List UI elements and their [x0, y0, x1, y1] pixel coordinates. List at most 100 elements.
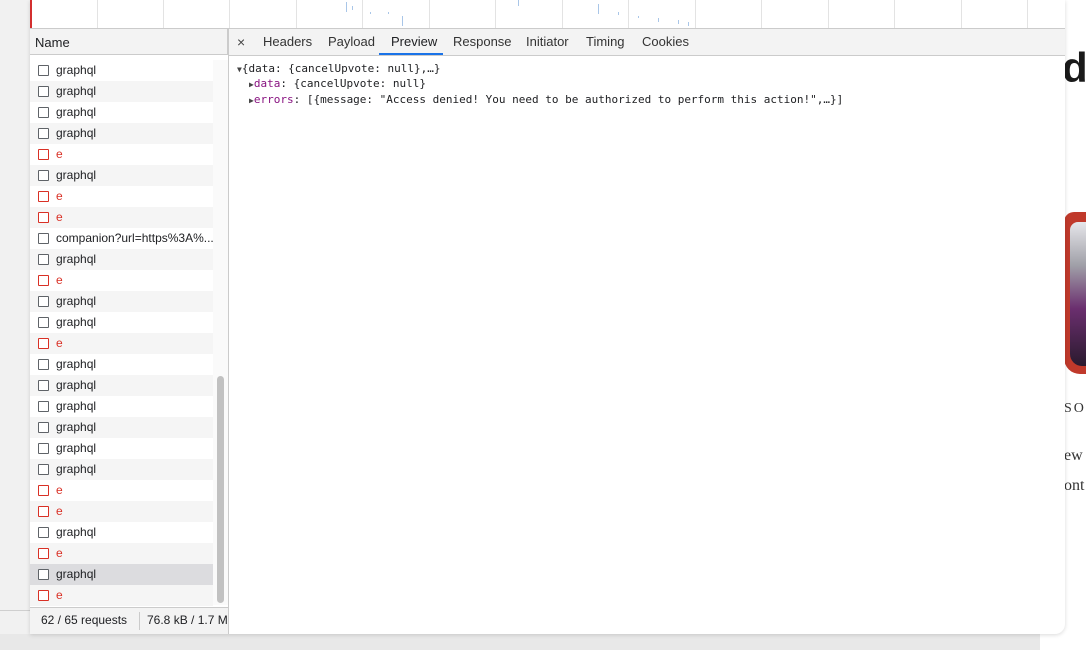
timeline-grid-line: [362, 0, 363, 28]
timeline-request-tick: [688, 22, 689, 26]
request-row[interactable]: e: [30, 207, 213, 228]
background-text-fragment: SOU: [1064, 401, 1086, 416]
request-row[interactable]: e: [30, 270, 213, 291]
request-type-icon: [38, 443, 49, 454]
request-row[interactable]: graphql: [30, 249, 213, 270]
request-row[interactable]: graphql: [30, 165, 213, 186]
timeline-grid-line: [961, 0, 962, 28]
name-column-label: Name: [35, 35, 70, 50]
timeline-grid-line: [97, 0, 98, 28]
request-type-icon: [38, 107, 49, 118]
tab-headers[interactable]: Headers: [263, 34, 312, 49]
request-name: graphql: [56, 462, 97, 476]
request-name: e: [56, 546, 63, 560]
left-window-strip: [0, 0, 31, 634]
tab-cookies[interactable]: Cookies: [642, 34, 689, 49]
request-row[interactable]: e: [30, 543, 213, 564]
request-row[interactable]: e: [30, 333, 213, 354]
json-tree-node[interactable]: ▶data: {cancelUpvote: null}: [249, 77, 426, 90]
request-list-scrollbar-thumb[interactable]: [217, 376, 224, 603]
transferred-size: 76.8 kB / 1.7 M: [147, 613, 228, 627]
request-name: graphql: [56, 294, 97, 308]
request-name: e: [56, 504, 63, 518]
detail-tab-bar: × Headers Payload Preview Response Initi…: [229, 29, 1065, 56]
request-name: graphql: [56, 357, 97, 371]
request-row[interactable]: e: [30, 501, 213, 522]
request-name: e: [56, 210, 63, 224]
network-overview-timeline[interactable]: [30, 0, 1065, 29]
request-name: graphql: [56, 252, 97, 266]
request-type-icon: [38, 275, 49, 286]
request-row[interactable]: e: [30, 186, 213, 207]
request-row[interactable]: graphql: [30, 81, 213, 102]
tab-timing[interactable]: Timing: [586, 34, 625, 49]
request-name: graphql: [56, 105, 97, 119]
request-list: graphql graphql graphql graphql e graphql e e co…: [30, 60, 214, 606]
request-type-icon: [38, 128, 49, 139]
active-tab-indicator: [379, 53, 443, 55]
request-row[interactable]: graphql: [30, 102, 213, 123]
request-name: companion?url=https%3A%...: [56, 231, 214, 245]
devtools-network-panel: Name graphql graphql graphql graphql e graphq…: [30, 0, 1065, 634]
timeline-request-tick: [370, 12, 371, 14]
request-name: graphql: [56, 441, 97, 455]
request-row[interactable]: graphql: [30, 522, 213, 543]
request-type-icon: [38, 464, 49, 475]
request-type-icon: [38, 338, 49, 349]
request-type-icon: [38, 590, 49, 601]
request-row[interactable]: graphql: [30, 396, 213, 417]
request-type-icon: [38, 527, 49, 538]
tab-response[interactable]: Response: [453, 34, 512, 49]
request-type-icon: [38, 359, 49, 370]
timeline-request-tick: [618, 12, 619, 15]
request-name: graphql: [56, 84, 97, 98]
request-type-icon: [38, 296, 49, 307]
request-type-icon: [38, 422, 49, 433]
request-row[interactable]: graphql: [30, 417, 213, 438]
request-name: e: [56, 336, 63, 350]
request-name: graphql: [56, 525, 97, 539]
timeline-grid-line: [495, 0, 496, 28]
json-key: data: [253, 77, 281, 90]
request-row[interactable]: e: [30, 144, 213, 165]
request-type-icon: [38, 212, 49, 223]
request-type-icon: [38, 401, 49, 412]
request-type-icon: [38, 149, 49, 160]
request-row[interactable]: graphql: [30, 375, 213, 396]
request-row[interactable]: graphql: [30, 459, 213, 480]
network-status-bar: 62 / 65 requests 76.8 kB / 1.7 M: [30, 607, 228, 634]
request-type-icon: [38, 380, 49, 391]
background-heading-fragment: d: [1062, 44, 1086, 91]
request-row[interactable]: e: [30, 480, 213, 501]
request-row[interactable]: e: [30, 585, 213, 606]
request-row[interactable]: companion?url=https%3A%...: [30, 228, 214, 249]
tab-preview[interactable]: Preview: [391, 34, 437, 49]
request-row[interactable]: graphql: [30, 354, 213, 375]
request-row[interactable]: graphql: [30, 312, 213, 333]
request-row[interactable]: graphql: [30, 60, 213, 81]
request-name: graphql: [56, 315, 97, 329]
json-tree-node[interactable]: ▶errors: [{message: "Access denied! You …: [249, 93, 843, 106]
timeline-grid-line: [296, 0, 297, 28]
name-column-header[interactable]: Name: [30, 29, 228, 55]
request-type-icon: [38, 170, 49, 181]
background-text-fragment: ont: [1064, 477, 1085, 494]
request-count: 62 / 65 requests: [41, 613, 128, 627]
tab-payload[interactable]: Payload: [328, 34, 375, 49]
request-row[interactable]: graphql: [30, 291, 213, 312]
request-row[interactable]: graphql: [30, 564, 213, 585]
request-row[interactable]: graphql: [30, 123, 213, 144]
request-type-icon: [38, 485, 49, 496]
request-row[interactable]: graphql: [30, 438, 213, 459]
timeline-request-tick: [352, 6, 353, 10]
timeline-request-tick: [402, 16, 403, 26]
timeline-grid-line: [163, 0, 164, 28]
background-text-fragment: ew: [1064, 447, 1083, 464]
json-root-node[interactable]: ▼{data: {cancelUpvote: null},…}: [237, 62, 441, 75]
timeline-request-tick: [638, 16, 639, 18]
tab-initiator[interactable]: Initiator: [526, 34, 569, 49]
close-icon[interactable]: ×: [237, 34, 245, 50]
background-image: [1064, 212, 1086, 374]
json-value: [{message: "Access denied! You need to b…: [306, 93, 844, 106]
request-type-icon: [38, 569, 49, 580]
